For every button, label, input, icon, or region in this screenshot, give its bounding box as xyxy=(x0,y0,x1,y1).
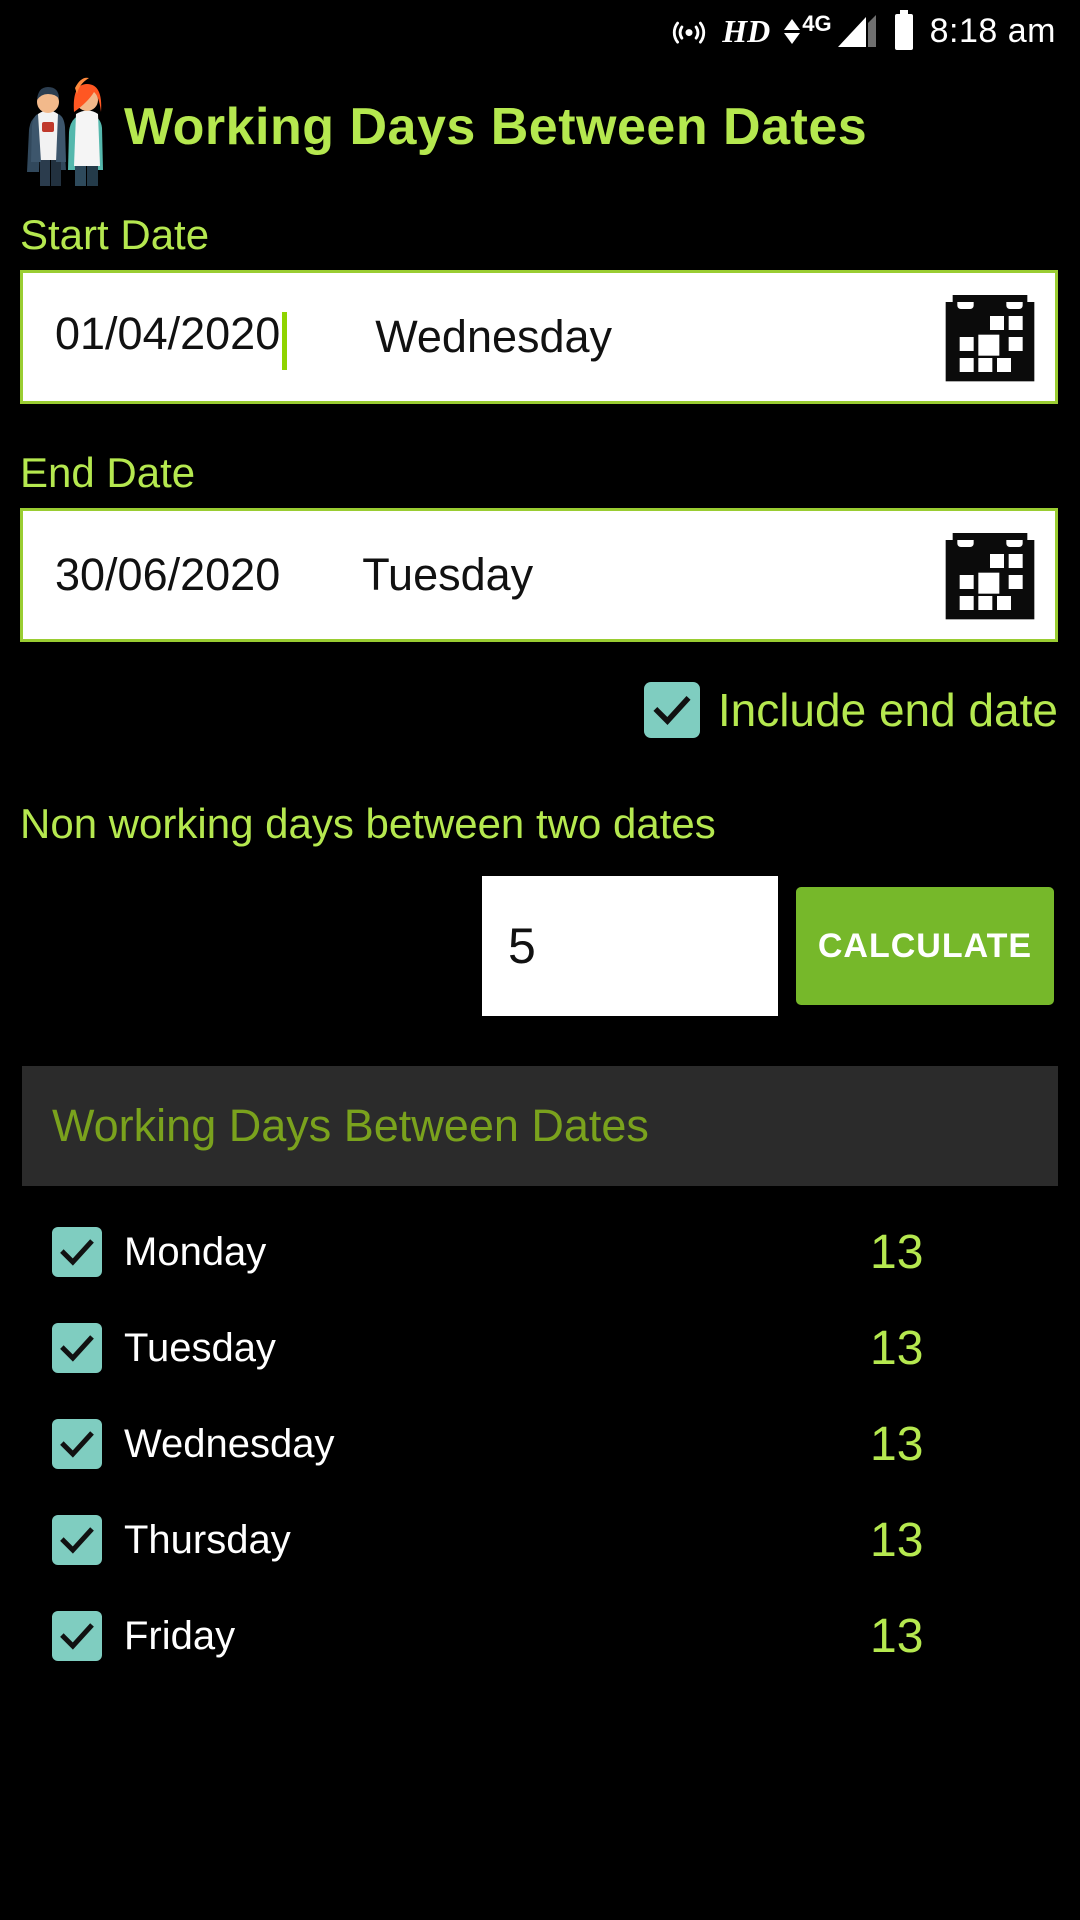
app-screen: HD 4G 8:18 am Working Days Between Dates… xyxy=(0,0,1080,1920)
hd-indicator: HD xyxy=(722,13,771,49)
signal-bars-icon xyxy=(836,13,878,49)
network-type-label: 4G xyxy=(802,11,832,36)
end-date-value: 30/06/2020 xyxy=(55,549,281,600)
day-checkbox[interactable] xyxy=(52,1323,102,1373)
results-section: Working Days Between Dates Monday 13 Tue… xyxy=(0,1066,1080,1684)
table-row[interactable]: Thursday 13 xyxy=(0,1492,1080,1588)
check-icon xyxy=(60,1239,94,1266)
end-date-field[interactable]: 30/06/2020 Tuesday xyxy=(20,508,1058,642)
end-date-calendar-button[interactable] xyxy=(931,516,1049,634)
day-checkbox[interactable] xyxy=(52,1611,102,1661)
results-header-title: Working Days Between Dates xyxy=(52,1100,649,1151)
results-header: Working Days Between Dates xyxy=(22,1066,1058,1186)
non-working-days-row: 5 CALCULATE xyxy=(0,848,1080,1016)
start-date-value: 01/04/2020 xyxy=(55,307,281,359)
start-date-label: Start Date xyxy=(20,211,210,258)
day-count: 13 xyxy=(870,1321,924,1375)
start-date-weekday: Wednesday xyxy=(375,311,613,362)
day-label: Monday xyxy=(124,1229,267,1274)
table-row[interactable]: Tuesday 13 xyxy=(0,1300,1080,1396)
include-end-date-checkbox[interactable] xyxy=(643,682,700,738)
day-label: Wednesday xyxy=(124,1421,335,1466)
table-row[interactable]: Monday 13 xyxy=(0,1204,1080,1300)
page-title: Working Days Between Dates xyxy=(124,98,868,156)
start-date-input[interactable]: 01/04/2020 xyxy=(23,307,288,371)
non-working-days-input[interactable]: 5 xyxy=(482,876,778,1016)
day-count: 13 xyxy=(870,1513,924,1567)
end-date-input[interactable]: 30/06/2020 xyxy=(23,549,280,601)
day-label: Tuesday xyxy=(124,1325,276,1370)
results-list: Monday 13 Tuesday 13 Wednesday 13 Thursd… xyxy=(0,1204,1080,1684)
non-working-days-section: Non working days between two dates 5 CAL… xyxy=(0,800,1080,1016)
day-label: Friday xyxy=(124,1613,236,1658)
hotspot-icon xyxy=(670,12,708,50)
include-end-date-row[interactable]: Include end date xyxy=(0,642,1080,738)
calculate-button[interactable]: CALCULATE xyxy=(796,887,1054,1005)
day-count: 13 xyxy=(870,1225,924,1279)
network-indicator: 4G xyxy=(784,11,878,49)
end-date-label: End Date xyxy=(20,449,196,496)
day-count: 13 xyxy=(870,1417,924,1471)
start-date-field[interactable]: 01/04/2020 Wednesday xyxy=(20,270,1058,404)
day-count: 13 xyxy=(870,1609,924,1663)
end-date-weekday: Tuesday xyxy=(362,549,534,600)
day-checkbox[interactable] xyxy=(52,1227,102,1277)
clock-time: 8:18 am xyxy=(929,11,1056,50)
start-date-calendar-button[interactable] xyxy=(931,278,1049,396)
start-date-section: Start Date 01/04/2020 Wednesday xyxy=(0,214,1080,404)
calendar-icon xyxy=(938,523,1042,627)
end-date-section: End Date 30/06/2020 Tuesday xyxy=(0,452,1080,642)
day-checkbox[interactable] xyxy=(52,1515,102,1565)
day-label: Thursday xyxy=(124,1517,291,1562)
app-header: Working Days Between Dates xyxy=(0,62,1080,192)
day-checkbox[interactable] xyxy=(52,1419,102,1469)
calendar-icon xyxy=(938,285,1042,389)
status-bar: HD 4G 8:18 am xyxy=(0,0,1080,62)
table-row[interactable]: Wednesday 13 xyxy=(0,1396,1080,1492)
check-icon xyxy=(60,1527,94,1554)
check-icon xyxy=(60,1623,94,1650)
check-icon xyxy=(653,696,691,725)
battery-icon xyxy=(892,10,916,52)
check-icon xyxy=(60,1431,94,1458)
include-end-date-label: Include end date xyxy=(717,684,1058,736)
data-transfer-arrows-icon xyxy=(784,18,801,44)
text-cursor xyxy=(282,312,288,371)
check-icon xyxy=(60,1335,94,1362)
table-row[interactable]: Friday 13 xyxy=(0,1588,1080,1684)
non-working-days-label: Non working days between two dates xyxy=(20,800,716,847)
couple-illustration-icon xyxy=(18,68,114,186)
